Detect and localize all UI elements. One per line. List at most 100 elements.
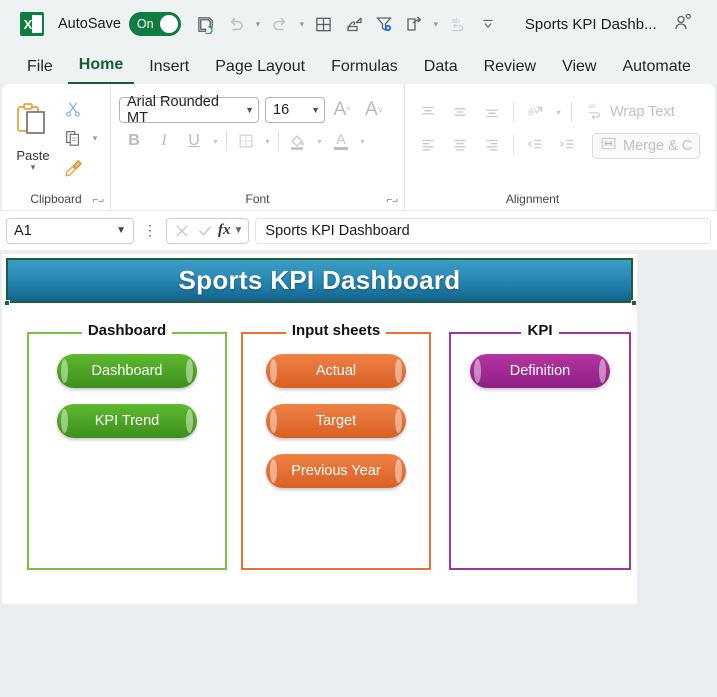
format-painter-icon[interactable] (58, 154, 88, 180)
insert-function-icon[interactable]: fx (218, 222, 231, 239)
align-top-button[interactable] (413, 99, 443, 126)
autosave-toggle[interactable]: On (128, 12, 181, 36)
share-icon[interactable] (399, 9, 429, 39)
font-divider-2 (278, 131, 279, 151)
redo-dropdown-chevron-down-icon[interactable]: ▾ (295, 9, 309, 39)
orientation-button[interactable]: ab (520, 99, 550, 126)
table-icon[interactable] (309, 9, 339, 39)
font-color-button[interactable]: A (326, 127, 356, 155)
copy-icon[interactable] (58, 125, 88, 151)
tab-review[interactable]: Review (473, 55, 547, 84)
tab-home[interactable]: Home (67, 53, 135, 84)
formula-bar-more-icon[interactable]: ⋮ (140, 222, 160, 239)
fill-color-button[interactable] (283, 127, 313, 155)
spelling-icon[interactable]: ab (443, 9, 473, 39)
tab-file[interactable]: File (16, 55, 64, 84)
align-right-button[interactable] (477, 131, 507, 158)
font-name-value: Arial Rounded MT (127, 94, 219, 126)
panel-input-sheets-buttons: Actual Target Previous Year (241, 354, 431, 488)
save-icon[interactable] (191, 9, 221, 39)
sheet-button-target-label: Target (315, 413, 357, 429)
underline-chevron-down-icon[interactable]: ▾ (209, 127, 222, 155)
orientation-chevron-down-icon[interactable]: ▾ (552, 98, 565, 126)
alignment-divider-1 (513, 102, 514, 122)
sheet-button-dashboard[interactable]: Dashboard (57, 354, 197, 388)
dashboard-title-text: Sports KPI Dashboard (178, 265, 461, 295)
underline-button[interactable]: U (179, 127, 209, 155)
share-dropdown-chevron-down-icon[interactable]: ▾ (429, 9, 443, 39)
paste-chevron-down-icon[interactable]: ▾ (31, 162, 36, 171)
filter-icon[interactable] (369, 9, 399, 39)
fill-color-chevron-down-icon[interactable]: ▾ (313, 127, 326, 155)
draw-icon[interactable] (339, 9, 369, 39)
merge-and-center-button[interactable]: Merge & C (592, 133, 701, 159)
decrease-font-size-button[interactable]: A ˅ (359, 96, 389, 124)
redo-icon[interactable] (265, 9, 295, 39)
align-middle-button[interactable] (445, 99, 475, 126)
font-dialog-launcher-icon[interactable]: ⌐⌐ (386, 195, 398, 206)
selection-handle-bottom-left[interactable] (4, 300, 10, 306)
tab-formulas[interactable]: Formulas (320, 55, 409, 84)
increase-font-size-button[interactable]: A ^ (327, 96, 357, 124)
name-box-value: A1 (14, 222, 32, 239)
tab-data[interactable]: Data (413, 55, 469, 84)
document-title[interactable]: Sports KPI Dashb... (525, 16, 657, 33)
tab-automate[interactable]: Automate (611, 55, 701, 84)
sheet-button-kpi-trend[interactable]: KPI Trend (57, 404, 197, 438)
dashboard-title-banner[interactable]: Sports KPI Dashboard (6, 258, 633, 303)
sheet-button-actual[interactable]: Actual (266, 354, 406, 388)
align-bottom-button[interactable] (477, 99, 507, 126)
borders-chevron-down-icon[interactable]: ▾ (261, 127, 274, 155)
formula-input[interactable]: Sports KPI Dashboard (255, 217, 711, 244)
excel-logo-letter: X (23, 16, 33, 32)
name-box[interactable]: A1 ▼ (6, 217, 134, 244)
panel-dashboard-title: Dashboard (81, 320, 173, 342)
people-icon[interactable] (673, 12, 693, 37)
underline-label: U (188, 132, 200, 149)
copy-chevron-down-icon[interactable]: ▾ (88, 123, 102, 153)
name-box-chevron-down-icon[interactable]: ▼ (116, 225, 126, 236)
tab-page-layout[interactable]: Page Layout (204, 55, 316, 84)
sheet-button-previous-year-label: Previous Year (291, 463, 381, 479)
decrease-indent-button[interactable] (520, 131, 550, 158)
cut-icon[interactable] (58, 96, 88, 122)
italic-button[interactable]: I (149, 127, 179, 155)
panel-input-sheets: Input sheets Actual Target Previous Year (241, 320, 431, 570)
panel-kpi: KPI Definition (449, 320, 631, 570)
wrap-text-button[interactable]: ab Wrap Text (578, 100, 674, 124)
bold-label: B (128, 132, 140, 149)
dashboard-canvas: Sports KPI Dashboard Dashboard Dashboard… (2, 254, 637, 604)
undo-dropdown-chevron-down-icon[interactable]: ▾ (251, 9, 265, 39)
sheet-button-target[interactable]: Target (266, 404, 406, 438)
dashboard-panels: Dashboard Dashboard KPI Trend Input shee… (2, 320, 637, 570)
font-color-chevron-down-icon[interactable]: ▾ (356, 127, 369, 155)
formula-action-group: fx ▼ (166, 217, 250, 244)
sheet-button-definition[interactable]: Definition (470, 354, 610, 388)
font-size-chevron-down-icon[interactable]: ▼ (311, 105, 320, 115)
paste-button[interactable]: Paste ▾ (10, 102, 56, 171)
customize-qat-icon[interactable] (473, 9, 503, 39)
bold-button[interactable]: B (119, 127, 149, 155)
undo-icon[interactable] (221, 9, 251, 39)
align-center-button[interactable] (445, 131, 475, 158)
font-size-select[interactable]: 16 ▼ (265, 97, 325, 123)
font-group-label: Font (245, 192, 270, 206)
alignment-divider-3 (513, 134, 514, 155)
tab-insert[interactable]: Insert (138, 55, 200, 84)
increase-indent-button[interactable] (552, 131, 582, 158)
ribbon-group-font: Arial Rounded MT ▼ 16 ▼ A ^ A ˅ B I U ▾ … (110, 84, 404, 210)
borders-button[interactable] (231, 127, 261, 155)
cancel-entry-icon[interactable] (172, 220, 192, 242)
wrap-text-icon: ab (586, 100, 605, 124)
tab-view[interactable]: View (551, 55, 607, 84)
formula-bar-chevron-down-icon[interactable]: ▼ (234, 225, 244, 236)
formula-bar: A1 ▼ ⋮ fx ▼ Sports KPI Dashboard (0, 210, 717, 250)
ribbon-group-clipboard: Paste ▾ ▾ Clipboard ⌐⌐ (2, 84, 110, 210)
confirm-entry-icon[interactable] (195, 220, 215, 242)
selection-handle-bottom-right[interactable] (631, 300, 637, 306)
align-left-button[interactable] (413, 131, 443, 158)
font-name-select[interactable]: Arial Rounded MT ▼ (119, 94, 259, 126)
font-name-chevron-down-icon[interactable]: ▼ (245, 105, 254, 115)
sheet-button-previous-year[interactable]: Previous Year (266, 454, 406, 488)
clipboard-dialog-launcher-icon[interactable]: ⌐⌐ (92, 195, 104, 206)
